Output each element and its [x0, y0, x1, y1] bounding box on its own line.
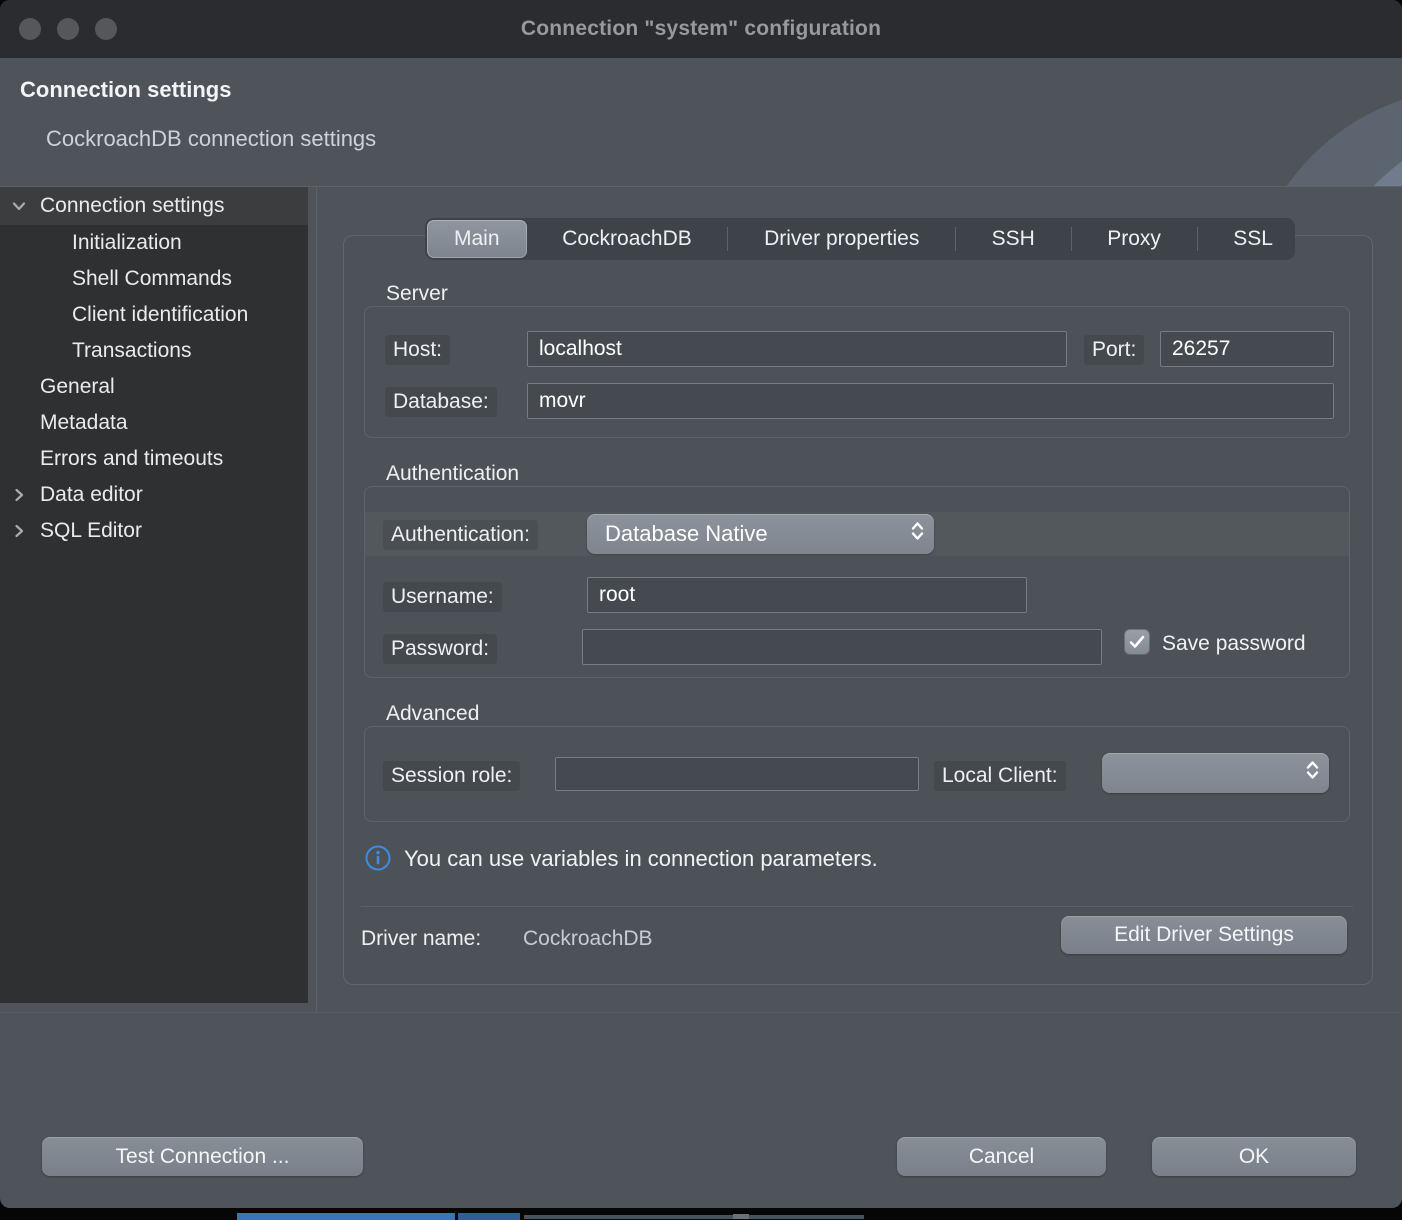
password-input[interactable]	[582, 629, 1102, 665]
save-password-label: Save password	[1162, 632, 1306, 656]
sidebar-item-label: Data editor	[40, 483, 143, 507]
background-window-fragment	[237, 1213, 455, 1220]
advanced-group-legend: Advanced	[386, 702, 479, 726]
local-client-label: Local Client:	[934, 761, 1066, 791]
save-password-checkbox[interactable]	[1124, 629, 1150, 655]
info-icon	[364, 844, 392, 877]
chevron-right-icon[interactable]	[8, 520, 30, 542]
page-title: Connection settings	[20, 77, 231, 103]
minimize-window-icon[interactable]	[57, 18, 79, 40]
updown-chevrons-icon	[1305, 759, 1320, 788]
database-input[interactable]	[527, 383, 1334, 419]
sidebar-item-connection-settings[interactable]: Connection settings	[0, 187, 308, 225]
ok-button[interactable]: OK	[1152, 1137, 1356, 1176]
sidebar-item-label: Initialization	[72, 231, 182, 255]
sidebar-item-label: Shell Commands	[72, 267, 232, 291]
page-subtitle: CockroachDB connection settings	[46, 126, 376, 152]
authentication-select-value: Database Native	[605, 521, 768, 547]
authentication-group-legend: Authentication	[386, 462, 519, 486]
sidebar-divider	[316, 187, 317, 1013]
chevron-down-icon[interactable]	[8, 195, 30, 217]
password-label: Password:	[383, 634, 497, 664]
tab-separator	[955, 227, 956, 251]
sidebar-item-errors-and-timeouts[interactable]: Errors and timeouts	[0, 441, 308, 477]
host-label: Host:	[385, 335, 450, 365]
check-icon	[1128, 633, 1146, 651]
footer-divider	[0, 1012, 1402, 1013]
close-window-icon[interactable]	[19, 18, 41, 40]
authentication-label: Authentication:	[383, 520, 538, 550]
edit-driver-settings-button[interactable]: Edit Driver Settings	[1061, 916, 1347, 954]
tab-separator	[727, 227, 728, 251]
sidebar-item-label: General	[40, 375, 115, 399]
sidebar-item-client-identification[interactable]: Client identification	[0, 297, 308, 333]
test-connection-button[interactable]: Test Connection ...	[42, 1137, 363, 1176]
main-settings-panel: Server Host: Port: Database: Authenticat…	[343, 235, 1373, 985]
server-group: Host: Port: Database:	[364, 306, 1350, 438]
sidebar-item-shell-commands[interactable]: Shell Commands	[0, 261, 308, 297]
dialog-header: Connection settings CockroachDB connecti…	[0, 58, 1402, 186]
session-role-input[interactable]	[555, 757, 919, 791]
desktop: { "window": { "title": "Connection \"sys…	[0, 0, 1402, 1220]
database-label: Database:	[385, 387, 497, 417]
tab-proxy[interactable]: Proxy	[1087, 220, 1181, 258]
window-title: Connection "system" configuration	[521, 17, 881, 41]
updown-chevrons-icon	[910, 520, 925, 549]
sidebar-item-label: Client identification	[72, 303, 248, 327]
sidebar-item-sql-editor[interactable]: SQL Editor	[0, 513, 308, 549]
tab-separator	[1197, 227, 1198, 251]
authentication-group: Authentication: Database Native Username…	[364, 486, 1350, 678]
chevron-right-icon[interactable]	[8, 484, 30, 506]
sidebar-item-data-editor[interactable]: Data editor	[0, 477, 308, 513]
sidebar-item-transactions[interactable]: Transactions	[0, 333, 308, 369]
info-message: You can use variables in connection para…	[404, 846, 878, 872]
background-window-fragment	[524, 1215, 864, 1219]
server-group-legend: Server	[386, 282, 448, 306]
sidebar-item-label: Errors and timeouts	[40, 447, 223, 471]
port-input[interactable]	[1160, 331, 1334, 367]
cancel-button[interactable]: Cancel	[897, 1137, 1106, 1176]
username-input[interactable]	[587, 577, 1027, 613]
sidebar-item-label: Metadata	[40, 411, 128, 435]
tab-bar: Main CockroachDB Driver properties SSH Proxy…	[425, 218, 1295, 260]
traffic-lights	[19, 18, 117, 40]
sidebar-tree: Connection settings Initialization Shell C…	[0, 187, 308, 1003]
sidebar-item-general[interactable]: General	[0, 369, 308, 405]
zoom-window-icon[interactable]	[95, 18, 117, 40]
tab-separator	[1071, 227, 1072, 251]
sidebar-item-metadata[interactable]: Metadata	[0, 405, 308, 441]
host-input[interactable]	[527, 331, 1067, 367]
decorative-swoosh	[1227, 58, 1402, 186]
sidebar-item-label: Transactions	[72, 339, 191, 363]
authentication-select[interactable]: Database Native	[587, 514, 934, 554]
session-role-label: Session role:	[383, 761, 520, 791]
sidebar-item-label: Connection settings	[40, 194, 224, 218]
port-label: Port:	[1084, 335, 1144, 365]
driver-name-label: Driver name:	[361, 927, 481, 951]
driver-divider	[361, 906, 1353, 907]
connection-config-dialog: Connection "system" configuration Connec…	[0, 0, 1402, 1208]
tab-ssl[interactable]: SSL	[1213, 220, 1293, 258]
window-titlebar[interactable]: Connection "system" configuration	[0, 0, 1402, 58]
tab-cockroachdb[interactable]: CockroachDB	[542, 220, 712, 258]
advanced-group: Session role: Local Client:	[364, 726, 1350, 822]
sidebar-item-label: SQL Editor	[40, 519, 142, 543]
driver-name-value: CockroachDB	[523, 927, 653, 951]
username-label: Username:	[383, 582, 502, 612]
tab-driver-properties[interactable]: Driver properties	[744, 220, 939, 258]
local-client-select[interactable]	[1102, 753, 1329, 793]
sidebar-item-initialization[interactable]: Initialization	[0, 225, 308, 261]
tab-main[interactable]: Main	[427, 220, 527, 258]
background-window-fragment	[733, 1214, 749, 1219]
background-window-fragment	[458, 1213, 520, 1220]
tab-ssh[interactable]: SSH	[972, 220, 1055, 258]
